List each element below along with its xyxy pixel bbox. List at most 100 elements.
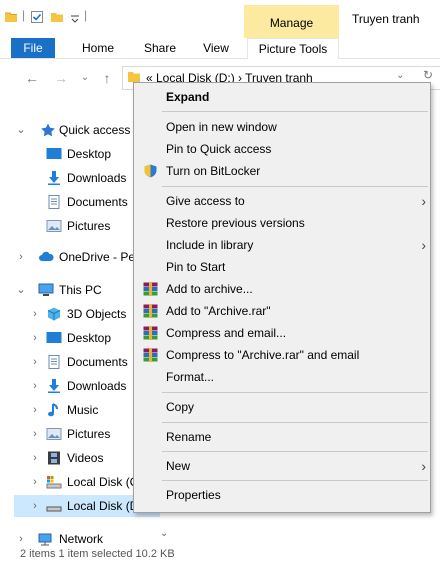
separator: | <box>22 8 26 22</box>
menu-item-add-to-archive[interactable]: Add to archive... <box>134 278 430 300</box>
document-icon <box>48 355 60 369</box>
submenu-arrow-icon: › <box>421 237 426 253</box>
address-dropdown-icon[interactable]: ⌄ <box>396 70 404 81</box>
music-icon <box>48 403 58 417</box>
menu-item-add-to-archive-rar[interactable]: Add to "Archive.rar" <box>134 300 430 322</box>
document-icon <box>48 195 60 209</box>
menu-label: Include in library <box>166 238 254 252</box>
nav-label: Network <box>59 532 104 546</box>
tab-view[interactable]: View <box>194 38 238 58</box>
recent-locations-chevron-icon[interactable]: ⌄ <box>76 68 94 88</box>
submenu-arrow-icon: › <box>421 458 426 474</box>
cloud-icon <box>39 251 54 261</box>
menu-item-restore-versions[interactable]: Restore previous versions <box>134 212 430 234</box>
chevron-right-icon[interactable]: › <box>16 528 26 550</box>
nav-label: OneDrive - Pe <box>59 250 136 264</box>
nav-label: Desktop <box>67 331 112 345</box>
menu-label: Expand <box>166 90 210 104</box>
download-icon <box>48 171 60 185</box>
separator: | <box>84 8 88 22</box>
desktop-icon <box>46 332 62 343</box>
scroll-down-icon[interactable]: ⌄ <box>160 528 168 539</box>
chevron-right-icon[interactable]: › <box>30 423 40 445</box>
chevron-right-icon[interactable]: › <box>30 399 40 421</box>
menu-label: New <box>166 459 191 473</box>
menu-item-rename[interactable]: Rename <box>134 426 430 448</box>
nav-label: This PC <box>59 283 102 297</box>
winrar-icon <box>143 282 158 296</box>
network-icon <box>38 533 52 546</box>
film-icon <box>48 451 60 465</box>
tab-home[interactable]: Home <box>76 38 120 58</box>
desktop-icon <box>46 148 62 159</box>
nav-label: Pictures <box>67 219 111 233</box>
menu-label: Compress to "Archive.rar" and email <box>166 348 360 362</box>
menu-label: Turn on BitLocker <box>166 164 261 178</box>
menu-label: Compress and email... <box>166 326 287 340</box>
back-arrow-icon[interactable]: ← <box>23 68 41 88</box>
menu-item-compress-email[interactable]: Compress and email... <box>134 322 430 344</box>
chevron-right-icon[interactable]: › <box>30 447 40 469</box>
menu-item-properties[interactable]: Properties <box>134 484 430 506</box>
menu-item-pin-start[interactable]: Pin to Start <box>134 256 430 278</box>
menu-item-format[interactable]: Format... <box>134 366 430 388</box>
menu-label: Rename <box>166 430 212 444</box>
menu-label: Give access to <box>166 194 245 208</box>
menu-label: Format... <box>166 370 215 384</box>
winrar-icon <box>143 326 158 340</box>
drive-icon <box>46 506 62 512</box>
new-folder-icon[interactable] <box>50 10 64 24</box>
refresh-icon[interactable]: ↻ <box>423 68 433 82</box>
chevron-right-icon[interactable]: › <box>30 351 40 373</box>
manage-label: Manage <box>269 16 314 30</box>
pictures-icon <box>46 220 62 232</box>
drive-icon <box>46 476 62 489</box>
menu-label: Add to archive... <box>166 282 253 296</box>
window-title: Truyen tranh <box>352 12 420 26</box>
chevron-down-icon[interactable] <box>68 10 82 24</box>
menu-separator <box>162 451 428 452</box>
nav-label: Downloads <box>67 171 127 185</box>
chevron-right-icon[interactable]: › <box>16 246 26 268</box>
download-icon <box>48 379 60 393</box>
chevron-down-icon[interactable]: ⌄ <box>16 119 26 141</box>
chevron-right-icon[interactable]: › <box>30 303 40 325</box>
shield-icon <box>144 164 157 178</box>
menu-item-new[interactable]: New › <box>134 455 430 477</box>
nav-label: Pictures <box>67 427 111 441</box>
computer-icon <box>38 283 54 296</box>
chevron-right-icon[interactable]: › <box>30 375 40 397</box>
menu-separator <box>162 422 428 423</box>
pictures-icon <box>46 428 62 440</box>
nav-label: Documents <box>67 195 128 209</box>
cube-icon <box>47 307 61 321</box>
tab-share[interactable]: Share <box>138 38 182 58</box>
menu-item-turn-on-bitlocker[interactable]: Turn on BitLocker <box>134 160 430 182</box>
properties-icon[interactable] <box>30 10 44 24</box>
status-bar-text: 2 items 1 item selected 10.2 KB <box>20 548 175 560</box>
menu-item-expand[interactable]: Expand <box>134 86 430 108</box>
forward-arrow-icon[interactable]: → <box>52 68 70 88</box>
menu-item-include-library[interactable]: Include in library › <box>134 234 430 256</box>
menu-separator <box>162 186 428 187</box>
tab-picture-tools[interactable]: Picture Tools <box>247 38 339 59</box>
menu-item-give-access[interactable]: Give access to › <box>134 190 430 212</box>
menu-label: Open in new window <box>166 120 277 134</box>
up-arrow-icon[interactable]: ↑ <box>98 68 116 88</box>
nav-item-network[interactable]: › Network <box>0 528 160 550</box>
nav-label: 3D Objects <box>67 307 127 321</box>
menu-item-open-new-window[interactable]: Open in new window <box>134 116 430 138</box>
chevron-right-icon[interactable]: › <box>30 471 40 493</box>
chevron-right-icon[interactable]: › <box>30 495 40 517</box>
menu-separator <box>162 111 428 112</box>
context-menu: Expand Open in new window Pin to Quick a… <box>133 82 431 513</box>
menu-item-pin-quick-access[interactable]: Pin to Quick access <box>134 138 430 160</box>
menu-item-compress-archive-email[interactable]: Compress to "Archive.rar" and email <box>134 344 430 366</box>
nav-label: Local Disk (C <box>67 475 139 489</box>
winrar-icon <box>143 348 158 362</box>
tab-file[interactable]: File <box>11 38 55 58</box>
chevron-right-icon[interactable]: › <box>30 327 40 349</box>
nav-label: Downloads <box>67 379 127 393</box>
menu-item-copy[interactable]: Copy <box>134 396 430 418</box>
chevron-down-icon[interactable]: ⌄ <box>16 279 26 301</box>
